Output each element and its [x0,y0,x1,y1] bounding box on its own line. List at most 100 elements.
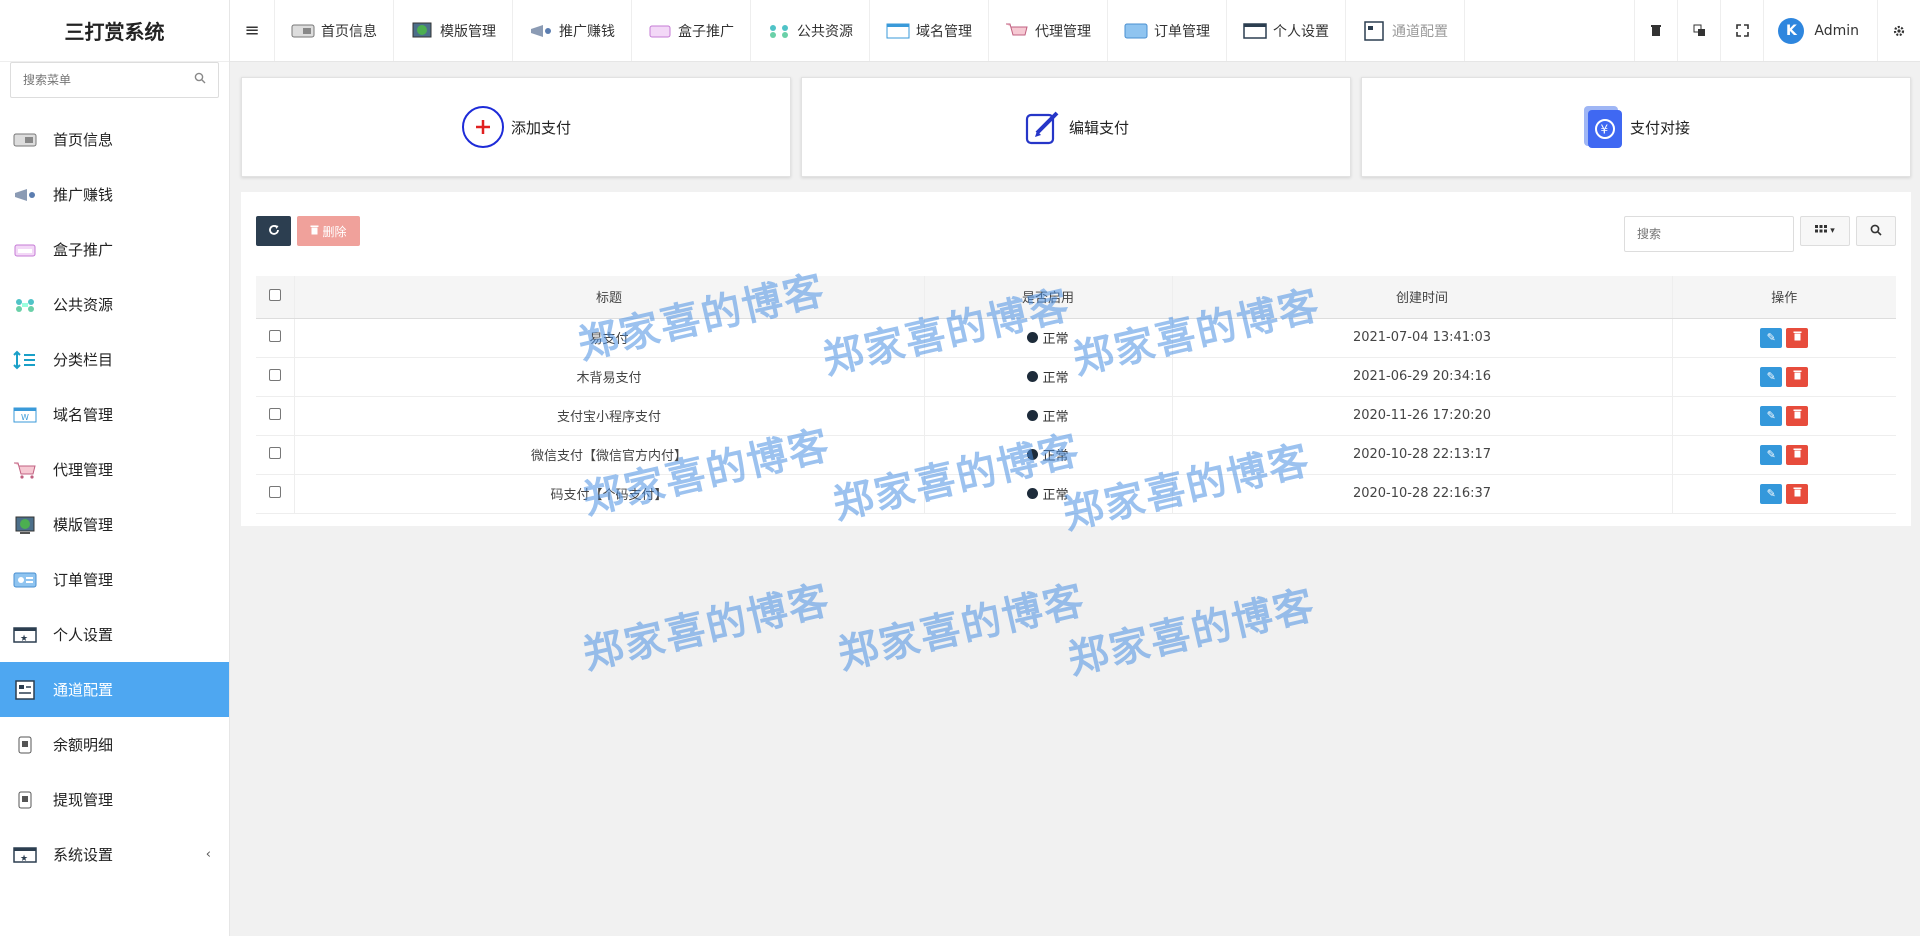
tab-agent[interactable]: 代理管理 [989,0,1108,61]
table-search-box[interactable] [1624,216,1794,252]
tab-resource[interactable]: 公共资源 [751,0,870,61]
cell-status: 正常 [924,357,1173,397]
pencil-icon: ✎ [1766,409,1776,422]
sidebar-search-input[interactable] [23,73,194,87]
translate-icon[interactable] [1677,0,1720,61]
edit-payment-card[interactable]: 编辑支付 [801,77,1351,177]
status-text: 正常 [1042,371,1069,386]
delete-row-button[interactable] [1786,444,1809,465]
edit-row-button[interactable]: ✎ [1760,444,1783,465]
columns-toggle-button[interactable]: ▾ [1800,216,1850,246]
tab-label: 域名管理 [916,23,972,40]
tab-domain[interactable]: 域名管理 [870,0,989,61]
sidebar-item-box[interactable]: 盒子推广 [0,222,229,277]
cell-status: 正常 [924,396,1173,436]
sidebar-item-channel[interactable]: 通道配置 [0,662,229,717]
sidebar-search-box[interactable] [10,62,219,98]
tab-channel[interactable]: 通道配置 [1346,0,1465,61]
search-button[interactable] [1856,216,1896,246]
tab-order[interactable]: 订单管理 [1108,0,1227,61]
select-all-checkbox[interactable] [268,288,281,301]
tab-label: 推广赚钱 [559,23,615,40]
cell-title: 微信支付【微信官方内付】 [294,435,925,475]
watermark-text: 郑家喜的博客 [578,577,835,679]
cell-status: 正常 [924,474,1173,514]
fullscreen-icon[interactable] [1720,0,1763,61]
sidebar-item-label: 公共资源 [53,296,114,314]
row-checkbox[interactable] [268,485,281,498]
delete-row-button[interactable] [1786,405,1809,426]
sidebar-item-category[interactable]: 分类栏目 [0,332,229,387]
cell-actions: ✎ [1672,474,1896,514]
sidebar-item-label: 域名管理 [53,406,114,424]
card-label: 添加支付 [510,118,571,137]
sidebar-item-agent[interactable]: 代理管理 [0,442,229,497]
status-text: 正常 [1042,332,1069,347]
tab-home[interactable]: 首页信息 [275,0,394,61]
tab-profile[interactable]: 个人设置 [1227,0,1346,61]
trash-icon[interactable] [1634,0,1677,61]
box-icon [13,240,37,260]
delete-row-button[interactable] [1786,327,1809,348]
refresh-button[interactable] [256,216,291,246]
sidebar-item-template[interactable]: 模版管理 [0,497,229,552]
withdraw-icon [13,790,37,810]
sidebar-item-settings[interactable]: ★ 系统设置 ‹ [0,827,229,882]
resource-icon [13,295,37,315]
row-check-cell [256,396,295,436]
delete-row-button[interactable] [1786,483,1809,504]
trash-icon [1793,331,1802,344]
channel-icon [13,679,37,700]
pencil-icon: ✎ [1766,448,1776,461]
table-search-input[interactable] [1637,227,1781,241]
table-toolbar: 删除 [256,216,360,246]
edit-row-button[interactable]: ✎ [1760,327,1783,348]
sidebar-item-profile[interactable]: ★ 个人设置 [0,607,229,662]
sidebar-item-domain[interactable]: W 域名管理 [0,387,229,442]
col-header-title[interactable]: 标题 [294,276,925,319]
gear-icon[interactable] [1877,0,1920,61]
sidebar-item-balance[interactable]: 余额明细 [0,717,229,772]
sidebar-item-label: 余额明细 [53,736,114,754]
edit-row-button[interactable]: ✎ [1760,366,1783,387]
row-checkbox[interactable] [268,407,281,420]
menu-toggle-icon[interactable]: ≡ [230,0,275,61]
add-payment-card[interactable]: 添加支付 [241,77,791,177]
col-header-status[interactable]: 是否启用 [924,276,1173,319]
sidebar-item-order[interactable]: 订单管理 [0,552,229,607]
template-icon [13,515,37,535]
row-check-cell [256,318,295,358]
domain-icon: W [13,405,37,425]
edit-row-button[interactable]: ✎ [1760,405,1783,426]
col-header-created[interactable]: 创建时间 [1172,276,1673,319]
payment-table: 标题 是否启用 创建时间 操作 易支付 正常 2021-07-04 13:41:… [256,276,1896,514]
row-checkbox[interactable] [268,368,281,381]
trash-icon [1793,370,1802,383]
row-checkbox[interactable] [268,329,281,342]
sidebar-item-withdraw[interactable]: 提现管理 [0,772,229,827]
col-header-actions: 操作 [1672,276,1896,319]
refresh-icon [268,224,280,239]
sidebar-item-promote[interactable]: 推广赚钱 [0,167,229,222]
table-row: 码支付【个码支付】 正常 2020-10-28 22:16:37 ✎ [256,474,1896,514]
tab-promote[interactable]: 推广赚钱 [513,0,632,61]
edit-row-button[interactable]: ✎ [1760,483,1783,504]
cell-created: 2020-10-28 22:13:17 [1172,435,1673,475]
sidebar-item-resource[interactable]: 公共资源 [0,277,229,332]
row-check-cell [256,435,295,475]
row-checkbox[interactable] [268,446,281,459]
megaphone-icon [13,185,37,205]
cell-actions: ✎ [1672,396,1896,436]
tab-template[interactable]: 模版管理 [394,0,513,61]
delete-button[interactable]: 删除 [297,216,360,246]
tab-box[interactable]: 盒子推广 [632,0,751,61]
watermark-text: 郑家喜的博客 [833,577,1090,679]
sidebar-item-label: 个人设置 [53,626,114,644]
payment-connect-card[interactable]: ¥ 支付对接 [1361,77,1911,177]
cell-actions: ✎ [1672,435,1896,475]
table-right-tools: ▾ [1624,216,1896,252]
cell-created: 2020-11-26 17:20:20 [1172,396,1673,436]
user-menu[interactable]: K Admin [1763,0,1877,61]
sidebar-item-home[interactable]: 首页信息 [0,112,229,167]
delete-row-button[interactable] [1786,366,1809,387]
